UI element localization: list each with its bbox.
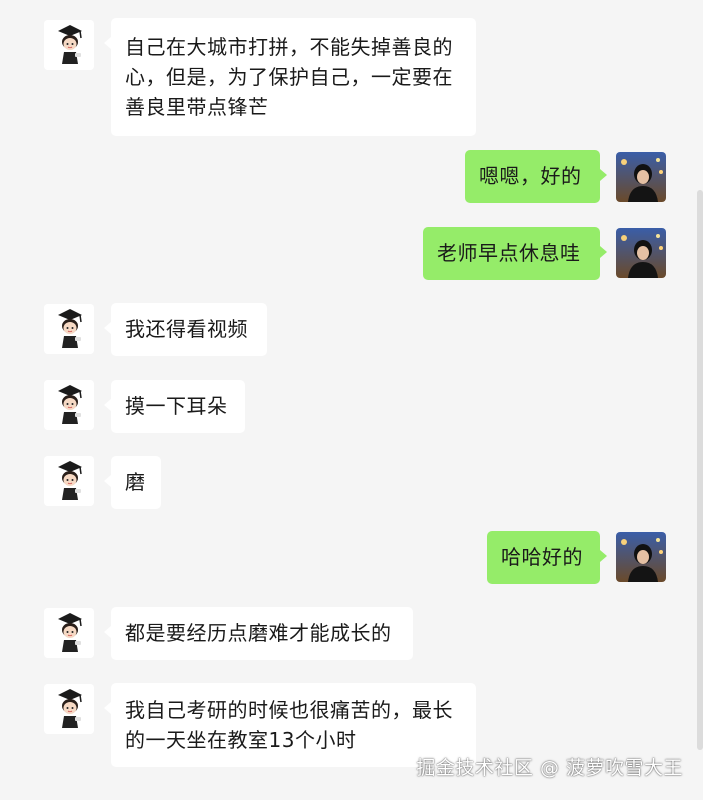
teacher-avatar-icon[interactable]	[44, 608, 94, 658]
teacher-avatar-icon[interactable]	[44, 380, 94, 430]
message-text: 嗯嗯，好的	[479, 164, 582, 188]
message-bubble[interactable]: 都是要经历点磨难才能成长的	[104, 607, 413, 660]
message-text: 摸一下耳朵	[125, 394, 228, 418]
user-avatar[interactable]	[616, 228, 666, 278]
message-bubble[interactable]: 老师早点休息哇	[423, 227, 607, 280]
message-bubble[interactable]: 磨	[104, 456, 161, 509]
message-bubble[interactable]: 我还得看视频	[104, 303, 267, 356]
user-avatar[interactable]	[616, 152, 666, 202]
message-bubble[interactable]: 自己在大城市打拼，不能失掉善良的心，但是，为了保护自己，一定要在善良里带点锋芒	[104, 18, 476, 136]
message-text: 老师早点休息哇	[437, 241, 581, 265]
watermark: 掘金技术社区 @ 菠萝吹雪大王	[416, 757, 683, 779]
message-bubble[interactable]: 哈哈好的	[487, 531, 607, 584]
scrollbar[interactable]	[697, 190, 703, 750]
message-bubble[interactable]: 嗯嗯，好的	[465, 150, 607, 203]
message-text: 磨	[125, 470, 146, 494]
message-text: 都是要经历点磨难才能成长的	[125, 621, 392, 645]
chat-window: 自己在大城市打拼，不能失掉善良的心，但是，为了保护自己，一定要在善良里带点锋芒 …	[0, 0, 703, 800]
message-text: 自己在大城市打拼，不能失掉善良的心，但是，为了保护自己，一定要在善良里带点锋芒	[125, 35, 453, 119]
teacher-avatar-icon[interactable]	[44, 20, 94, 70]
message-text: 哈哈好的	[501, 545, 583, 569]
message-bubble[interactable]: 摸一下耳朵	[104, 380, 245, 433]
message-text: 我自己考研的时候也很痛苦的，最长的一天坐在教室13个小时	[125, 698, 453, 752]
user-avatar[interactable]	[616, 532, 666, 582]
teacher-avatar-icon[interactable]	[44, 456, 94, 506]
teacher-avatar-icon[interactable]	[44, 304, 94, 354]
teacher-avatar-icon[interactable]	[44, 684, 94, 734]
message-text: 我还得看视频	[125, 317, 248, 341]
